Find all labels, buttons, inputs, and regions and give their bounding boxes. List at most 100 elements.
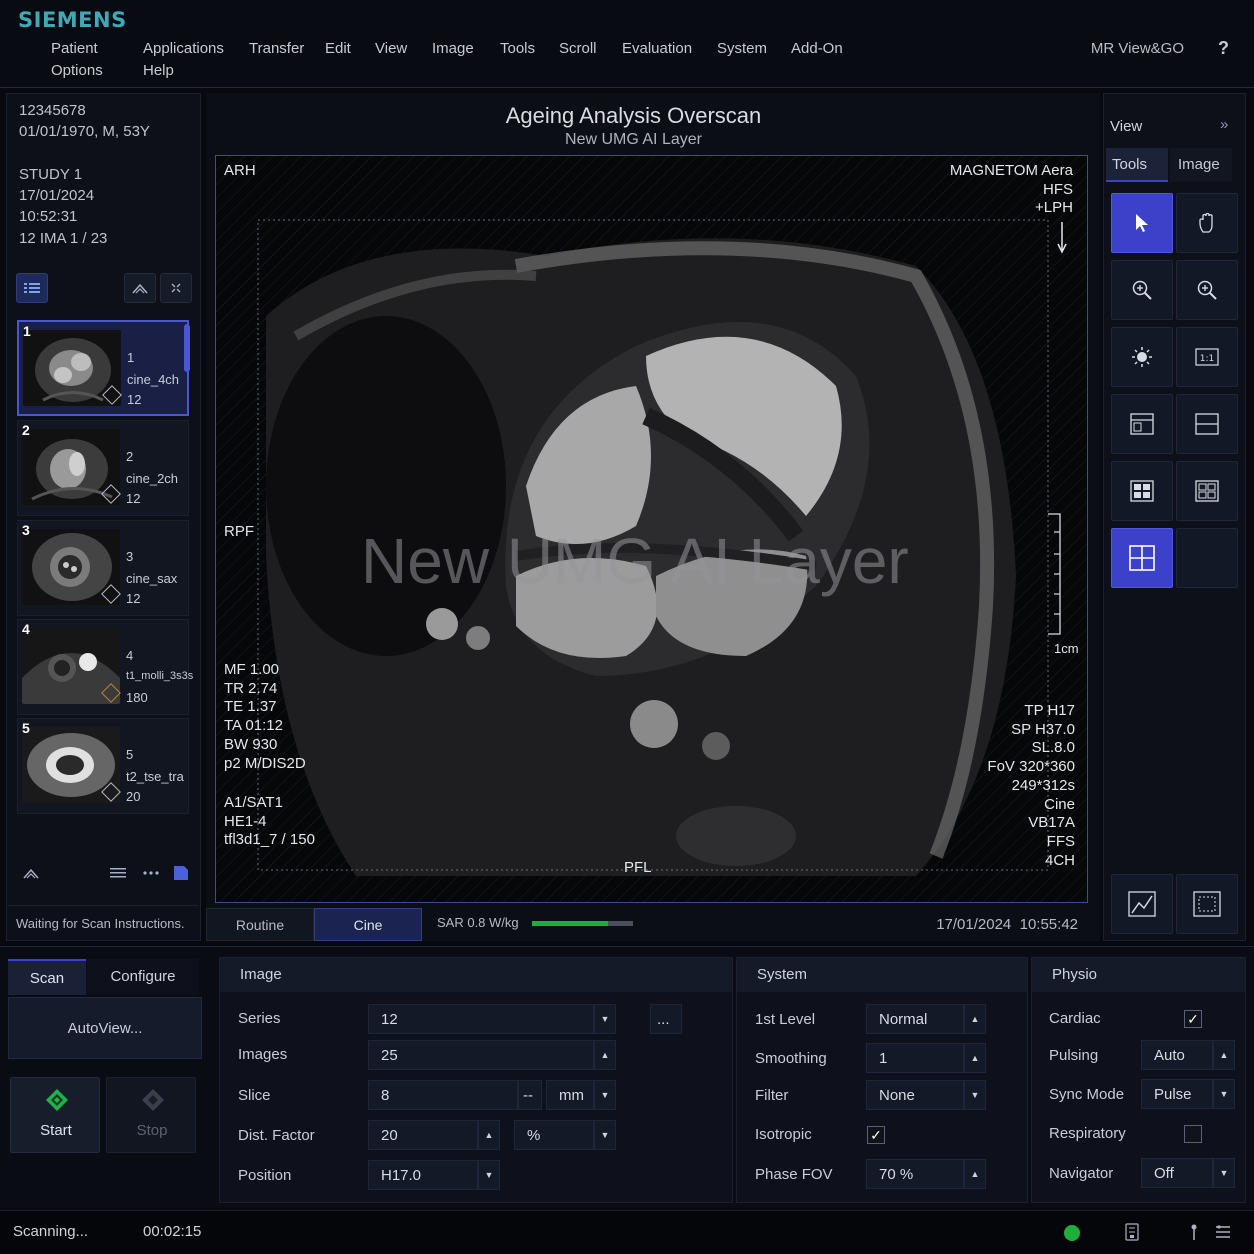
first-level-field[interactable]: Normal bbox=[866, 1004, 964, 1034]
region-select-icon[interactable] bbox=[1176, 874, 1238, 934]
pan-hand-icon[interactable] bbox=[1176, 193, 1238, 253]
mr-image-viewport[interactable]: New UMG AI Layer ARH RPF PFL MAGNETOM Ae… bbox=[215, 155, 1088, 903]
series-item-5[interactable]: 5 5 t2_tse_tra 20 bbox=[17, 718, 189, 814]
tab-image[interactable]: Image bbox=[1170, 148, 1232, 182]
actual-size-icon[interactable]: 1:1 bbox=[1176, 327, 1238, 387]
pulsing-label: Pulsing bbox=[1049, 1047, 1099, 1064]
pulsing-field[interactable]: Auto bbox=[1141, 1040, 1213, 1070]
series-item-2[interactable]: 2 2 cine_2ch 12 bbox=[17, 420, 189, 516]
help-icon[interactable]: ? bbox=[1218, 38, 1229, 59]
sync-mode-field[interactable]: Pulse bbox=[1141, 1079, 1213, 1109]
tab-cine[interactable]: Cine bbox=[314, 908, 422, 941]
param-sequence: tfl3d1_7 / 150 bbox=[224, 831, 315, 849]
zoom-pan-icon[interactable] bbox=[1176, 260, 1238, 320]
slice-unit[interactable]: mm bbox=[546, 1080, 594, 1110]
menu-options[interactable]: Options bbox=[51, 62, 103, 79]
images-label: Images bbox=[238, 1046, 288, 1063]
series-index: 2 bbox=[22, 422, 30, 438]
first-level-spin-icon[interactable]: ▲ bbox=[964, 1004, 986, 1034]
tab-tools[interactable]: Tools bbox=[1106, 148, 1168, 182]
tab-scan[interactable]: Scan bbox=[8, 959, 86, 995]
series-item-1[interactable]: 1 1 cine_4ch 12 bbox=[17, 320, 189, 416]
brightness-icon[interactable] bbox=[1111, 327, 1173, 387]
menu-patient[interactable]: Patient bbox=[51, 40, 98, 57]
more-options-icon[interactable] bbox=[137, 859, 165, 887]
dist-factor-field[interactable]: 20 bbox=[368, 1120, 478, 1150]
dist-factor-unit[interactable]: % bbox=[514, 1120, 594, 1150]
pointer-tool-icon[interactable] bbox=[1111, 193, 1173, 253]
slice-field[interactable]: 8 bbox=[368, 1080, 518, 1110]
dist-factor-unit-dropdown-icon[interactable]: ▼ bbox=[594, 1120, 616, 1150]
device-icon[interactable] bbox=[1125, 1223, 1139, 1246]
menu-tools[interactable]: Tools bbox=[500, 40, 535, 57]
status-indicator-icon bbox=[1064, 1225, 1080, 1241]
evaluation-chart-icon[interactable] bbox=[1111, 874, 1173, 934]
start-label: Start bbox=[40, 1122, 72, 1139]
layout-quad-icon[interactable] bbox=[1111, 528, 1173, 588]
expand-up-icon[interactable] bbox=[16, 859, 46, 887]
menu-transfer[interactable]: Transfer bbox=[249, 40, 304, 57]
sync-mode-dropdown-icon[interactable]: ▼ bbox=[1213, 1079, 1235, 1109]
start-button[interactable]: Start bbox=[10, 1077, 100, 1153]
slice-unit-dropdown-icon[interactable]: ▼ bbox=[594, 1080, 616, 1110]
navigator-dropdown-icon[interactable]: ▼ bbox=[1213, 1158, 1235, 1188]
menu-help[interactable]: Help bbox=[143, 62, 174, 79]
cardiac-label: Cardiac bbox=[1049, 1010, 1101, 1027]
series-dropdown-icon[interactable]: ▼ bbox=[594, 1004, 616, 1034]
menu-applications[interactable]: Applications bbox=[143, 40, 224, 57]
phase-fov-spin-icon[interactable]: ▲ bbox=[964, 1159, 986, 1189]
menu-addon[interactable]: Add-On bbox=[791, 40, 843, 57]
menu-scroll[interactable]: Scroll bbox=[559, 40, 597, 57]
series-field[interactable]: 12 bbox=[368, 1004, 594, 1034]
phase-fov-field[interactable]: 70 % bbox=[866, 1159, 964, 1189]
study-name: STUDY 1 bbox=[19, 166, 83, 183]
filter-dropdown-icon[interactable]: ▼ bbox=[964, 1080, 986, 1110]
cardiac-checkbox[interactable]: ✓ bbox=[1184, 1010, 1202, 1028]
position-field[interactable]: H17.0 bbox=[368, 1160, 478, 1190]
series-scrollbar[interactable] bbox=[184, 324, 190, 372]
autoview-button[interactable]: AutoView... bbox=[8, 997, 202, 1059]
tab-routine[interactable]: Routine bbox=[206, 908, 314, 941]
layout-grid-icon[interactable] bbox=[1111, 461, 1173, 521]
series-more-button[interactable]: ... bbox=[650, 1004, 682, 1034]
layout-split-icon[interactable] bbox=[1176, 394, 1238, 454]
dist-factor-spin-up-icon[interactable]: ▲ bbox=[478, 1120, 500, 1150]
shrink-icon[interactable] bbox=[160, 273, 192, 303]
list-icon[interactable] bbox=[104, 859, 132, 887]
series-item-3[interactable]: 3 3 cine_sax 12 bbox=[17, 520, 189, 616]
series-item-4[interactable]: 4 4 t1_molli_3s3s 180 bbox=[17, 619, 193, 715]
layout-grid-outline-icon[interactable] bbox=[1176, 461, 1238, 521]
list-view-icon[interactable] bbox=[16, 273, 48, 303]
menu-edit[interactable]: Edit bbox=[325, 40, 351, 57]
stop-button[interactable]: Stop bbox=[106, 1077, 196, 1153]
menu-image[interactable]: Image bbox=[432, 40, 474, 57]
menu-view[interactable]: View bbox=[375, 40, 407, 57]
start-icon bbox=[46, 1089, 68, 1111]
images-field[interactable]: 25 bbox=[368, 1040, 594, 1070]
pulsing-spin-icon[interactable]: ▲ bbox=[1213, 1040, 1235, 1070]
queue-list-icon[interactable] bbox=[1215, 1224, 1231, 1245]
isotropic-checkbox[interactable]: ✓ bbox=[867, 1126, 885, 1144]
menu-system[interactable]: System bbox=[717, 40, 767, 57]
position-dropdown-icon[interactable]: ▼ bbox=[478, 1160, 500, 1190]
param-tp: TP H17 bbox=[1024, 702, 1075, 719]
collapse-icon[interactable] bbox=[124, 273, 156, 303]
images-spin-up-icon[interactable]: ▲ bbox=[594, 1040, 616, 1070]
zoom-in-icon[interactable] bbox=[1111, 260, 1173, 320]
series-count: 12 bbox=[126, 591, 141, 606]
respiratory-checkbox[interactable] bbox=[1184, 1125, 1202, 1143]
expand-panel-icon[interactable]: » bbox=[1220, 116, 1228, 133]
image-section-header: Image bbox=[220, 958, 732, 992]
tab-configure[interactable]: Configure bbox=[87, 959, 199, 995]
smoothing-spin-icon[interactable]: ▲ bbox=[964, 1043, 986, 1073]
antenna-icon[interactable] bbox=[1187, 1223, 1201, 1246]
document-icon[interactable] bbox=[167, 859, 195, 887]
image-count: 12 IMA 1 / 23 bbox=[19, 230, 108, 247]
filter-field[interactable]: None bbox=[866, 1080, 964, 1110]
layout-top-icon[interactable] bbox=[1111, 394, 1173, 454]
smoothing-field[interactable]: 1 bbox=[866, 1043, 964, 1073]
series-name: t1_molli_3s3s bbox=[126, 670, 194, 682]
menu-evaluation[interactable]: Evaluation bbox=[622, 40, 692, 57]
navigator-field[interactable]: Off bbox=[1141, 1158, 1213, 1188]
param-tr: TR 2.74 bbox=[224, 679, 278, 697]
